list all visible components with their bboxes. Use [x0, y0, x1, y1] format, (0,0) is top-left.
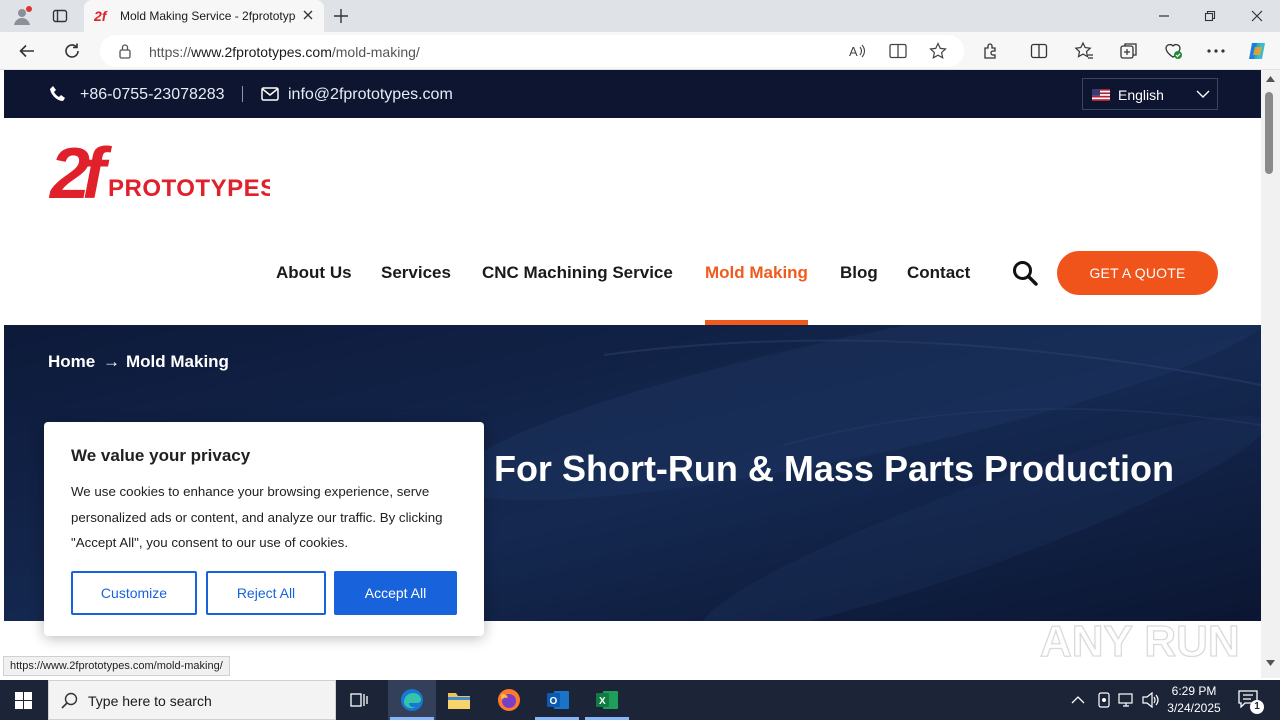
favorites-icon[interactable]	[1074, 41, 1094, 61]
phone-icon	[49, 85, 67, 103]
network-icon[interactable]	[1118, 692, 1136, 708]
minimize-icon[interactable]	[1158, 10, 1170, 22]
meet-now-icon[interactable]	[1096, 692, 1112, 708]
get-a-quote-button[interactable]: GET A QUOTE	[1057, 251, 1218, 295]
windows-taskbar: Type here to search O X 6:29 PM 3/24/202…	[0, 680, 1280, 720]
clock-date: 3/24/2025	[1167, 701, 1221, 715]
copilot-icon[interactable]	[1246, 40, 1268, 62]
nav-about-us[interactable]: About Us	[276, 263, 352, 283]
language-label: English	[1118, 87, 1164, 103]
chevron-up-icon[interactable]	[1071, 695, 1085, 704]
window-close-icon[interactable]	[1251, 10, 1263, 22]
read-aloud-icon[interactable]: A	[849, 43, 867, 59]
browser-essentials-icon[interactable]	[1163, 41, 1183, 61]
scroll-down-icon[interactable]	[1266, 660, 1275, 666]
close-icon[interactable]	[302, 9, 314, 21]
refresh-icon[interactable]	[63, 42, 81, 60]
contact-topbar: +86-0755-23078283 info@2fprototypes.com …	[4, 70, 1261, 118]
profile-icon[interactable]	[12, 6, 32, 26]
search-placeholder: Type here to search	[88, 693, 212, 709]
windows-icon[interactable]	[15, 692, 32, 709]
scroll-up-icon[interactable]	[1266, 76, 1275, 82]
edge-taskbar-button[interactable]	[388, 680, 436, 720]
active-tab[interactable]: 2f Mold Making Service - 2fprototypes	[84, 0, 324, 32]
outlook-icon[interactable]: O	[546, 689, 570, 711]
favorite-star-icon[interactable]	[929, 42, 947, 60]
excel-icon[interactable]: X	[595, 689, 619, 711]
chevron-down-icon	[1196, 89, 1210, 99]
watermark-logo: ANY RUN	[1040, 610, 1240, 668]
browser-toolbar: https://www.2fprototypes.com/mold-making…	[0, 32, 1280, 70]
url-text[interactable]: https://www.2fprototypes.com/mold-making…	[149, 44, 420, 60]
immersive-reader-icon[interactable]	[889, 43, 907, 59]
svg-text:X: X	[599, 696, 606, 707]
more-icon[interactable]	[1207, 49, 1225, 53]
back-icon[interactable]	[18, 42, 36, 60]
task-view-icon[interactable]	[350, 691, 370, 709]
mail-icon	[261, 87, 279, 101]
favicon-icon: 2f	[94, 8, 112, 24]
nav-contact[interactable]: Contact	[907, 263, 970, 283]
new-tab-icon[interactable]	[333, 8, 349, 24]
tab-bar: 2f Mold Making Service - 2fprototypes	[0, 0, 1280, 32]
status-bar-url: https://www.2fprototypes.com/mold-making…	[3, 656, 230, 676]
cookie-description: We use cookies to enhance your browsing …	[71, 484, 443, 550]
reject-all-button[interactable]: Reject All	[206, 571, 326, 615]
svg-text:O: O	[550, 696, 558, 707]
tab-actions-icon[interactable]	[52, 8, 68, 24]
logo-word: PROTOTYPES	[108, 175, 270, 202]
breadcrumb-home[interactable]: Home	[48, 352, 95, 372]
breadcrumb-arrow-icon: →	[103, 352, 120, 371]
breadcrumb-current: Mold Making	[126, 352, 229, 371]
file-explorer-icon[interactable]	[447, 689, 471, 711]
email-address[interactable]: info@2fprototypes.com	[288, 86, 453, 104]
phone-number[interactable]: +86-0755-23078283	[80, 86, 225, 104]
nav-blog[interactable]: Blog	[840, 263, 878, 283]
edge-icon	[401, 689, 423, 711]
split-screen-icon[interactable]	[1030, 42, 1048, 60]
accept-all-button[interactable]: Accept All	[334, 571, 457, 615]
nav-services[interactable]: Services	[381, 263, 451, 283]
notification-icon[interactable]: 1	[1238, 690, 1264, 714]
svg-text:2f: 2f	[94, 8, 108, 24]
logo-mark: 2f	[48, 134, 112, 206]
nav-mold-making[interactable]: Mold Making	[705, 263, 808, 283]
system-clock[interactable]: 6:29 PM 3/24/2025	[1158, 683, 1230, 717]
cookie-title: We value your privacy	[71, 446, 251, 465]
taskbar-search[interactable]: Type here to search	[48, 680, 336, 720]
language-selector[interactable]: English	[1082, 78, 1218, 110]
topbar-divider	[242, 86, 243, 102]
cookie-consent-banner: We value your privacy We use cookies to …	[44, 422, 484, 636]
collections-icon[interactable]	[1119, 41, 1139, 61]
tab-title: Mold Making Service - 2fprototypes	[120, 9, 296, 23]
site-logo[interactable]: 2f PROTOTYPES	[48, 130, 270, 206]
extensions-icon[interactable]	[982, 42, 1000, 60]
nav-cnc-machining[interactable]: CNC Machining Service	[482, 263, 673, 283]
address-bar[interactable]: https://www.2fprototypes.com/mold-making…	[100, 35, 964, 67]
lock-icon[interactable]	[118, 43, 132, 59]
clock-time: 6:29 PM	[1171, 684, 1217, 698]
svg-text:A: A	[849, 44, 858, 59]
scrollbar-thumb[interactable]	[1265, 92, 1273, 174]
firefox-icon[interactable]	[497, 688, 521, 712]
restore-icon[interactable]	[1204, 10, 1216, 22]
notification-count-badge: 1	[1250, 700, 1264, 714]
customize-button[interactable]: Customize	[71, 571, 197, 615]
search-icon[interactable]	[1012, 260, 1038, 286]
svg-text:ANY RUN: ANY RUN	[1040, 617, 1240, 666]
flag-icon	[1092, 89, 1110, 101]
search-glass-icon	[61, 692, 78, 709]
